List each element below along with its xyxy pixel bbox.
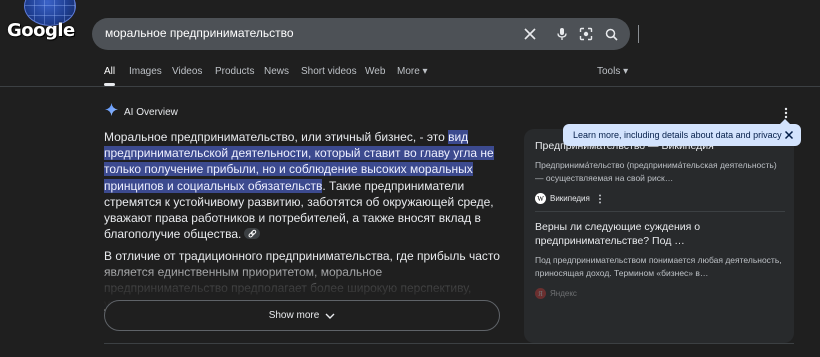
tooltip-text: Learn more, including details about data… bbox=[573, 130, 782, 140]
ai-overview-paragraph-1: Моральное предпринимательство, или этичн… bbox=[104, 129, 502, 242]
tab-products[interactable]: Products bbox=[215, 66, 254, 77]
source-site-name: Википедия bbox=[550, 194, 590, 203]
tab-web[interactable]: Web bbox=[365, 66, 385, 77]
clear-icon[interactable] bbox=[520, 24, 540, 44]
tab-news[interactable]: News bbox=[264, 66, 289, 77]
search-box[interactable]: моральное предпринимательство bbox=[92, 18, 639, 50]
chevron-down-icon bbox=[325, 313, 335, 319]
ai-text-intro: Моральное предпринимательство, или этичн… bbox=[104, 130, 449, 144]
source-link-icon[interactable] bbox=[244, 228, 261, 240]
tab-all[interactable]: All bbox=[104, 66, 116, 86]
search-input[interactable]: моральное предпринимательство bbox=[105, 26, 294, 40]
privacy-tooltip: Learn more, including details about data… bbox=[563, 119, 801, 146]
source-divider bbox=[535, 211, 785, 212]
show-more-label: Show more bbox=[268, 310, 320, 321]
source-snippet: Предпринима́тельство (предпринима́тельск… bbox=[535, 160, 777, 183]
tools-button[interactable]: Tools ▾ bbox=[597, 66, 628, 77]
tab-short-videos[interactable]: Short videos bbox=[301, 66, 357, 77]
mic-icon[interactable] bbox=[552, 24, 572, 44]
gemini-sparkle-icon bbox=[105, 103, 118, 121]
search-icon[interactable] bbox=[601, 24, 621, 44]
tab-videos[interactable]: Videos bbox=[172, 66, 202, 77]
close-icon[interactable] bbox=[783, 129, 795, 141]
source-card[interactable]: Верны ли следующие суждения о предприним… bbox=[535, 220, 785, 299]
yandex-icon: Я bbox=[535, 288, 546, 299]
more-options-icon[interactable] bbox=[780, 106, 792, 120]
sources-panel: Предпринимательство — Википедия Предприн… bbox=[524, 129, 794, 343]
lens-icon[interactable] bbox=[576, 24, 596, 44]
wikipedia-icon: W bbox=[535, 193, 546, 204]
google-doodle-logo[interactable]: Google bbox=[0, 0, 80, 56]
more-options-icon[interactable] bbox=[598, 194, 602, 204]
show-more-button[interactable]: Show more bbox=[104, 300, 500, 331]
ai-overview-header: AI Overview bbox=[105, 103, 178, 121]
search-divider bbox=[638, 25, 639, 43]
section-divider bbox=[104, 343, 794, 344]
ai-overview-label: AI Overview bbox=[124, 106, 178, 118]
source-site-row: W Википедия bbox=[535, 193, 785, 204]
source-site-row: Я Яндекс bbox=[535, 288, 785, 299]
source-snippet: Под предпринимательством понимается люба… bbox=[535, 255, 782, 278]
logo-text: Google bbox=[7, 20, 75, 41]
source-site-name: Яндекс bbox=[550, 289, 577, 298]
source-title[interactable]: Верны ли следующие суждения о предприним… bbox=[535, 220, 785, 248]
header: Google моральное предпринимательство All… bbox=[0, 0, 820, 87]
tab-more[interactable]: More ▾ bbox=[397, 66, 428, 77]
tab-images[interactable]: Images bbox=[129, 66, 162, 77]
source-card[interactable]: Предпринимательство — Википедия Предприн… bbox=[535, 139, 785, 204]
